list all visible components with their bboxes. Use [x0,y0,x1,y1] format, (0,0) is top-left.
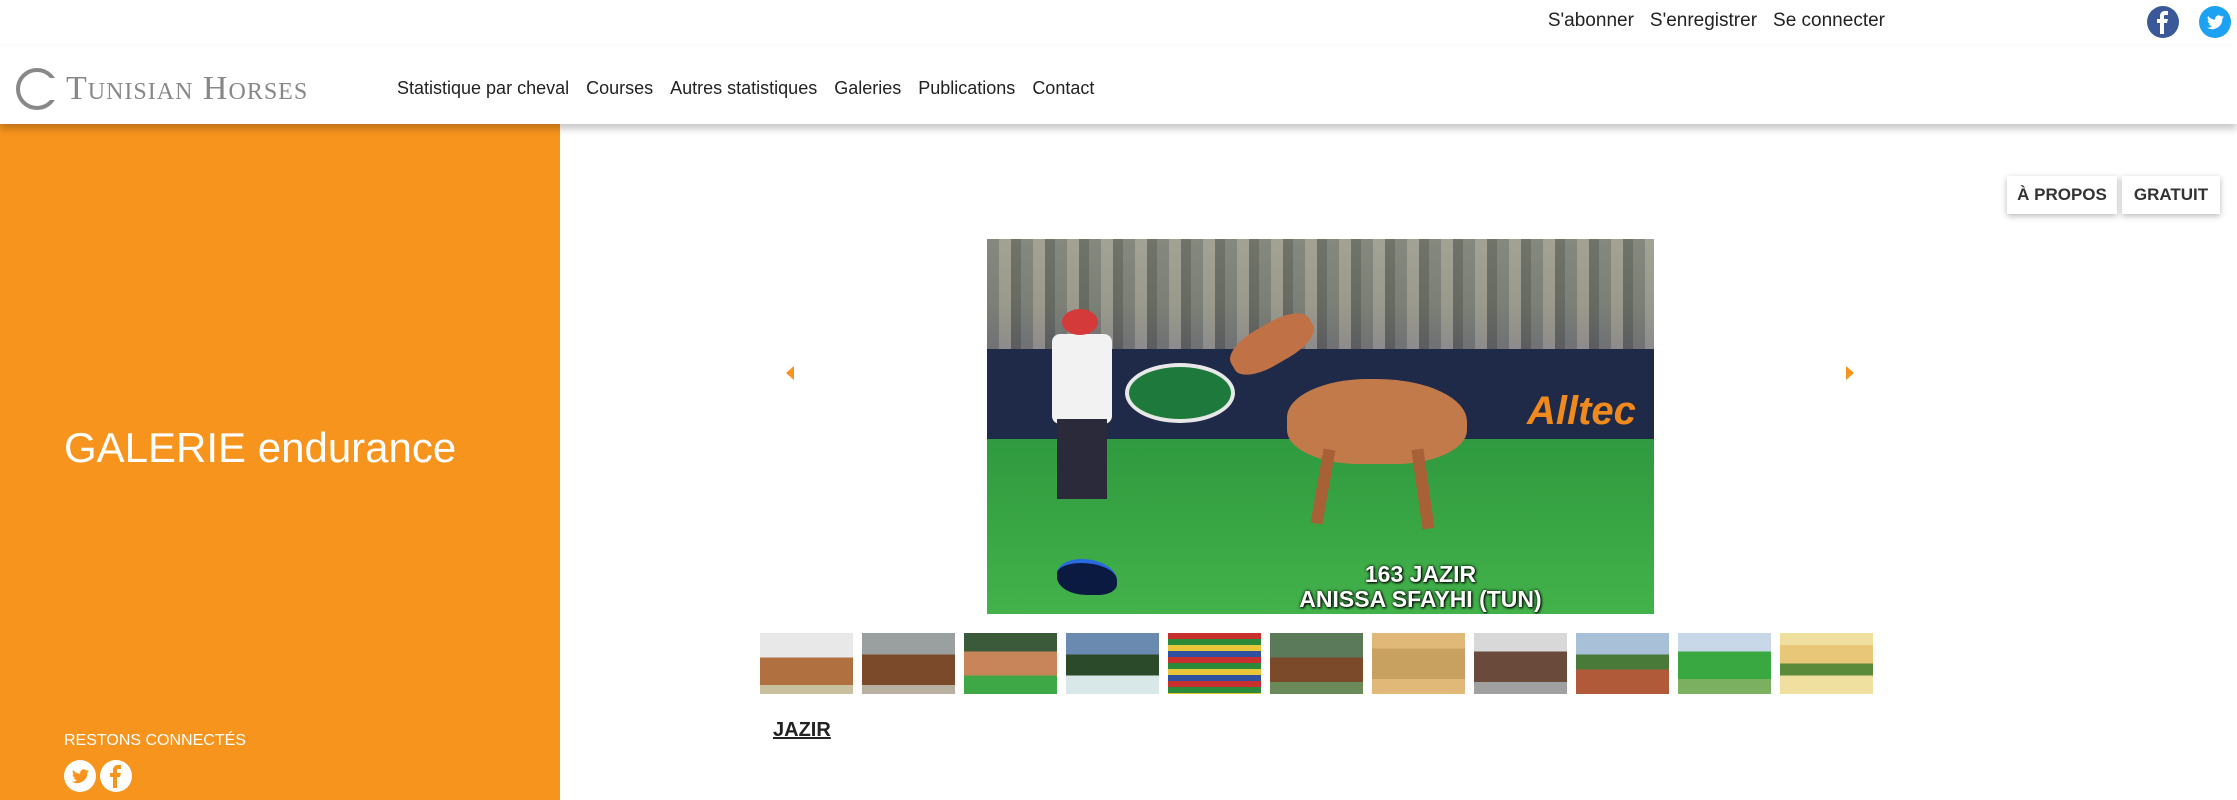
gallery-thumbnail[interactable] [1576,633,1669,694]
horse-logo-icon [16,68,60,110]
image-title-link[interactable]: JAZIR [773,719,831,742]
site-logo[interactable]: Tunisian Horses [16,68,308,110]
account-links: S'abonner S'enregistrer Se connecter [1548,10,1885,32]
stay-connected-label: RESTONS CONNECTÉS [64,732,246,749]
gallery-thumbnail[interactable] [1678,633,1771,694]
twitter-icon[interactable] [2199,6,2231,38]
horse-handler [1052,334,1112,424]
facebook-icon[interactable] [100,760,132,792]
image-caption-line2: ANISSA SFAYHI (TUN) [1299,586,1542,612]
sponsor-text: Alltec [1527,389,1636,433]
site-header: Tunisian Horses Statistique par cheval C… [0,46,2237,124]
logo-text: Tunisian Horses [66,70,309,107]
register-link[interactable]: S'enregistrer [1650,10,1757,32]
gallery-thumbnail[interactable] [760,633,853,694]
gallery-thumbnail[interactable] [1066,633,1159,694]
main-nav: Statistique par cheval Courses Autres st… [397,78,1094,99]
nav-item-galleries[interactable]: Galeries [834,78,901,99]
next-arrow-icon[interactable] [1846,366,1854,380]
previous-arrow-icon[interactable] [786,366,794,380]
gallery-thumbnail[interactable] [1270,633,1363,694]
gallery-thumbnail[interactable] [1168,633,1261,694]
free-button[interactable]: GRATUIT [2122,176,2220,214]
sponsor-logo [1125,363,1235,423]
handler-cap [1062,309,1098,335]
gallery-thumbnail[interactable] [862,633,955,694]
facebook-icon[interactable] [2147,6,2179,38]
nav-item-contact[interactable]: Contact [1032,78,1094,99]
subscribe-link[interactable]: S'abonner [1548,10,1634,32]
horse-body [1287,379,1467,464]
gallery-thumbnail[interactable] [1372,633,1465,694]
page-title: GALERIE endurance [64,424,457,471]
gallery-sidebar: GALERIE endurance RESTONS CONNECTÉS [0,124,560,800]
twitter-icon[interactable] [64,760,96,792]
gallery-main-image[interactable]: Alltec 163 JAZIR ANISSA SFAYHI (TUN) [987,239,1654,614]
gallery-thumbnail[interactable] [1474,633,1567,694]
sidebar-social-links [64,760,132,792]
nav-item-other-stats[interactable]: Autres statistiques [670,78,817,99]
nav-item-publications[interactable]: Publications [918,78,1015,99]
image-caption-line1: 163 JAZIR [1364,561,1477,587]
gallery-thumbnail[interactable] [964,633,1057,694]
nav-item-races[interactable]: Courses [586,78,653,99]
thumbnail-strip [760,633,1873,694]
gallery-thumbnail[interactable] [1780,633,1873,694]
handler-legs [1057,419,1107,499]
about-button[interactable]: À PROPOS [2007,176,2117,214]
nav-item-horse-stats[interactable]: Statistique par cheval [397,78,569,99]
top-utility-bar: S'abonner S'enregistrer Se connecter [0,0,2237,46]
login-link[interactable]: Se connecter [1773,10,1885,32]
